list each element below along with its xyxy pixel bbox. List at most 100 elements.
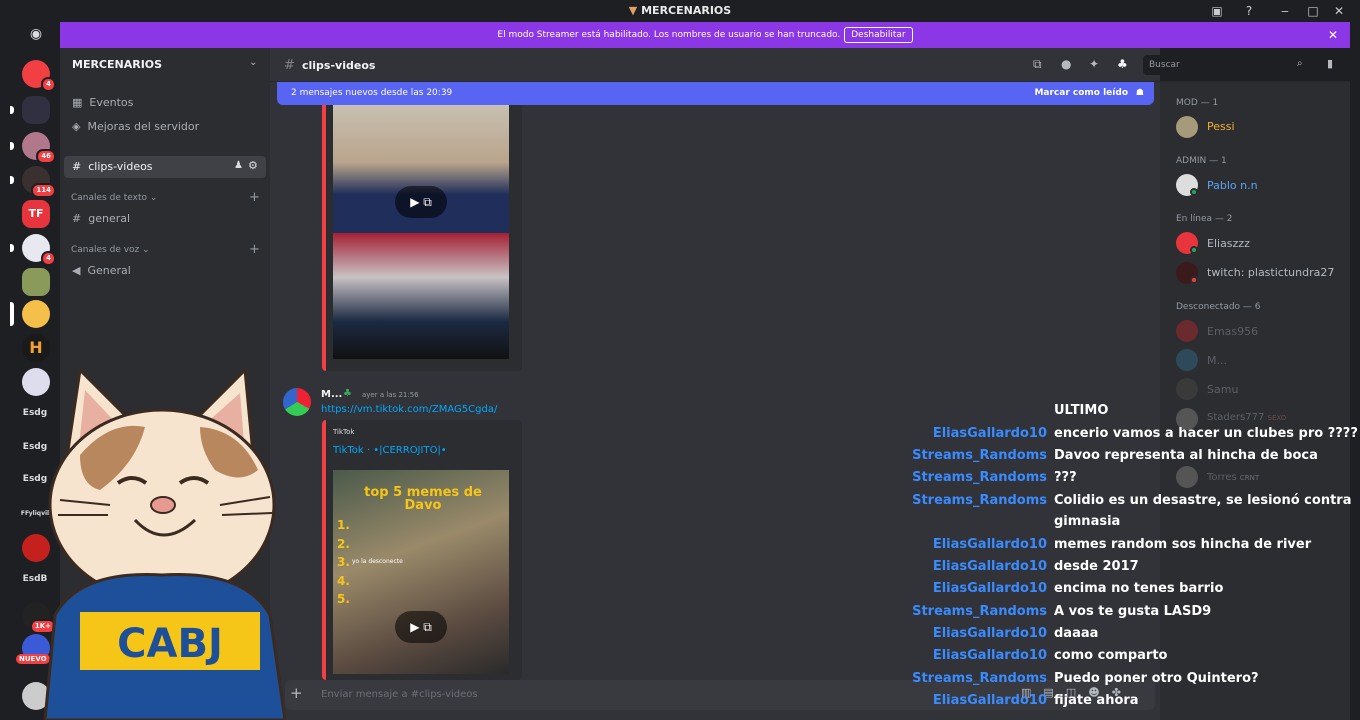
- members-icon[interactable]: ♣: [1117, 57, 1128, 71]
- online-status-icon: [1190, 188, 1198, 196]
- member-name[interactable]: Staders777 SEXO: [1207, 412, 1286, 423]
- member-group-header: Desconectado — 6: [1176, 302, 1261, 312]
- overlay-chat-message: Davoo representa al hincha de boca: [1054, 448, 1318, 463]
- member-name[interactable]: Pablo n.n: [1207, 179, 1258, 192]
- overlay-chat-message: encima no tenes barrio: [1054, 581, 1224, 596]
- overlay-chat-message: fijate ahora: [1054, 693, 1139, 708]
- member-name-label: Staders777: [1207, 412, 1265, 423]
- embed-title[interactable]: TikTok · •|CERROJITO|•: [333, 445, 447, 456]
- chevron-down-icon[interactable]: ⌄: [249, 57, 257, 68]
- threads-icon[interactable]: ⧉: [1033, 57, 1042, 72]
- dnd-status-icon: [1190, 276, 1198, 284]
- embed-provider: TikTok: [333, 428, 355, 436]
- minimize-button[interactable]: ‒: [1270, 0, 1300, 22]
- boost-icon: ◈: [72, 120, 81, 133]
- thumbnail-caption: yo la desconecte: [352, 558, 403, 565]
- bot-badge-icon: ♣: [343, 388, 352, 399]
- list-item: 3.: [337, 555, 350, 569]
- server-icon[interactable]: 4: [22, 60, 56, 92]
- server-icon[interactable]: TF: [22, 200, 50, 228]
- inbox-icon[interactable]: ▣: [1202, 0, 1232, 22]
- app-logo-icon: ▼: [628, 4, 638, 17]
- message-author[interactable]: M...: [321, 389, 342, 400]
- server-icon[interactable]: 114: [22, 166, 56, 198]
- overlay-chat-user: EliasGallardo10: [932, 648, 1047, 663]
- server-boosts-item[interactable]: ◈ Mejoras del servidor: [72, 120, 199, 133]
- server-icon[interactable]: [22, 300, 50, 328]
- overlay-chat-message: gimnasia: [1054, 514, 1121, 529]
- member-group-header: En línea — 2: [1176, 214, 1233, 224]
- notification-badge: 4: [41, 251, 56, 266]
- mark-read-button[interactable]: Marcar como leído: [1034, 82, 1128, 105]
- guild-name[interactable]: MERCENARIOS: [72, 58, 162, 71]
- voice-channel-general[interactable]: ◀ General: [72, 264, 131, 277]
- overlay-chat-message: A vos te gusta LASD9: [1054, 604, 1212, 619]
- active-channel-row[interactable]: # clips-videos: [72, 160, 153, 173]
- play-icon[interactable]: ▶ ⧉: [395, 611, 447, 643]
- mascot-shirt-text: CABJ: [117, 621, 223, 667]
- bell-icon[interactable]: ●: [1061, 57, 1071, 71]
- overlay-chat-user: Streams_Randoms: [912, 671, 1047, 686]
- member-tag: CRNT: [1239, 474, 1260, 482]
- overlay-chat-user: Streams_Randoms: [912, 448, 1047, 463]
- overlay-chat-user: EliasGallardo10: [932, 581, 1047, 596]
- category-text-channels[interactable]: Canales de texto ⌄: [71, 193, 157, 203]
- close-window-button[interactable]: ✕: [1324, 0, 1354, 22]
- member-name[interactable]: Samu: [1207, 383, 1238, 396]
- server-icon[interactable]: [22, 268, 50, 296]
- unread-pill: [10, 176, 14, 184]
- avatar[interactable]: [1176, 116, 1198, 138]
- unread-pill: [10, 244, 14, 252]
- overlay-chat-user: EliasGallardo10: [932, 559, 1047, 574]
- pin-icon[interactable]: ✦: [1089, 57, 1099, 71]
- member-name[interactable]: M...: [1207, 354, 1227, 367]
- invite-icon[interactable]: ♟: [234, 160, 243, 171]
- server-icon[interactable]: 4: [22, 234, 56, 266]
- add-channel-icon[interactable]: +: [249, 242, 260, 257]
- message-link[interactable]: https://vm.tiktok.com/ZMAG5Cgda/: [321, 404, 497, 415]
- member-name[interactable]: Emas956: [1207, 325, 1258, 338]
- overlay-chat-user: Streams_Randoms: [912, 470, 1047, 485]
- mark-read-icon: ☗: [1135, 88, 1144, 98]
- banner-text: El modo Streamer está habilitado. Los no…: [497, 30, 841, 40]
- list-item: 4.: [337, 573, 350, 588]
- member-name[interactable]: Eliaszzz: [1207, 237, 1250, 250]
- search-input[interactable]: Buscar: [1149, 60, 1180, 70]
- overlay-chat-message: encerio vamos a hacer un clubes pro ????: [1054, 426, 1358, 441]
- play-icon[interactable]: ▶ ⧉: [395, 186, 447, 218]
- new-messages-bar[interactable]: 2 mensajes nuevos desde las 20:39 Marcar …: [277, 82, 1154, 105]
- discord-home-icon[interactable]: ◉: [22, 26, 50, 54]
- banner-close-icon[interactable]: ✕: [1328, 22, 1338, 48]
- avatar[interactable]: [1176, 320, 1198, 342]
- help-icon[interactable]: ?: [1234, 0, 1264, 22]
- video-thumbnail[interactable]: [333, 233, 509, 359]
- add-channel-icon[interactable]: +: [249, 190, 260, 205]
- server-icon[interactable]: [22, 96, 50, 124]
- avatar[interactable]: [1176, 466, 1198, 488]
- channel-label: clips-videos: [88, 160, 153, 173]
- boosts-label: Mejoras del servidor: [87, 120, 200, 133]
- member-name[interactable]: Pessi: [1207, 120, 1235, 133]
- hash-icon: #: [284, 58, 295, 73]
- inbox-icon[interactable]: ▮: [1327, 57, 1333, 70]
- search-icon[interactable]: ⌕: [1297, 58, 1303, 69]
- overlay-chat-user: EliasGallardo10: [932, 626, 1047, 641]
- events-item[interactable]: ▦ Eventos: [72, 96, 133, 109]
- overlay-chat-message: daaaa: [1054, 626, 1099, 641]
- thumbnail-title: top 5 memes de Davo: [364, 485, 482, 513]
- gear-icon[interactable]: ⚙: [248, 159, 258, 172]
- avatar[interactable]: [1176, 378, 1198, 400]
- server-icon[interactable]: H: [22, 334, 50, 362]
- member-name[interactable]: twitch: plastictundra27: [1207, 266, 1334, 279]
- category-voice-channels[interactable]: Canales de voz ⌄: [71, 245, 150, 255]
- overlay-chat-user: EliasGallardo10: [932, 693, 1047, 708]
- channel-title: clips-videos: [302, 59, 376, 72]
- avatar[interactable]: [1176, 349, 1198, 371]
- member-tag: SEXO: [1267, 414, 1287, 422]
- overlay-chat-message: Colidio es un desastre, se lesionó contr…: [1054, 493, 1352, 508]
- disable-streamer-button[interactable]: Deshabilitar: [844, 27, 913, 43]
- notification-badge: 46: [36, 149, 56, 164]
- member-name[interactable]: Torres CRNT: [1207, 472, 1259, 483]
- server-icon[interactable]: 46: [22, 132, 56, 164]
- channel-item-general[interactable]: # general: [72, 212, 130, 225]
